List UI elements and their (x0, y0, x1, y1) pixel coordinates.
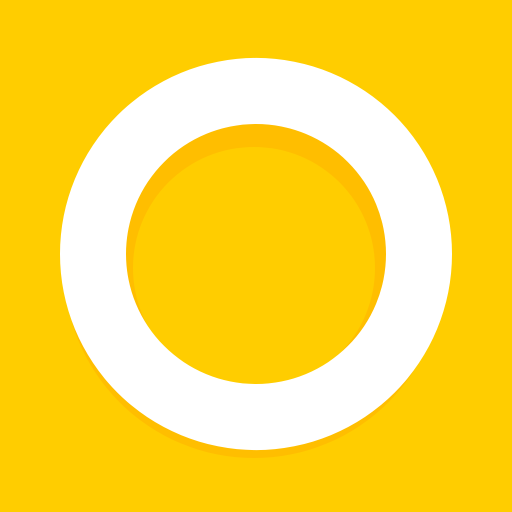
app-icon (0, 0, 512, 512)
ring-logo-icon (0, 0, 512, 512)
